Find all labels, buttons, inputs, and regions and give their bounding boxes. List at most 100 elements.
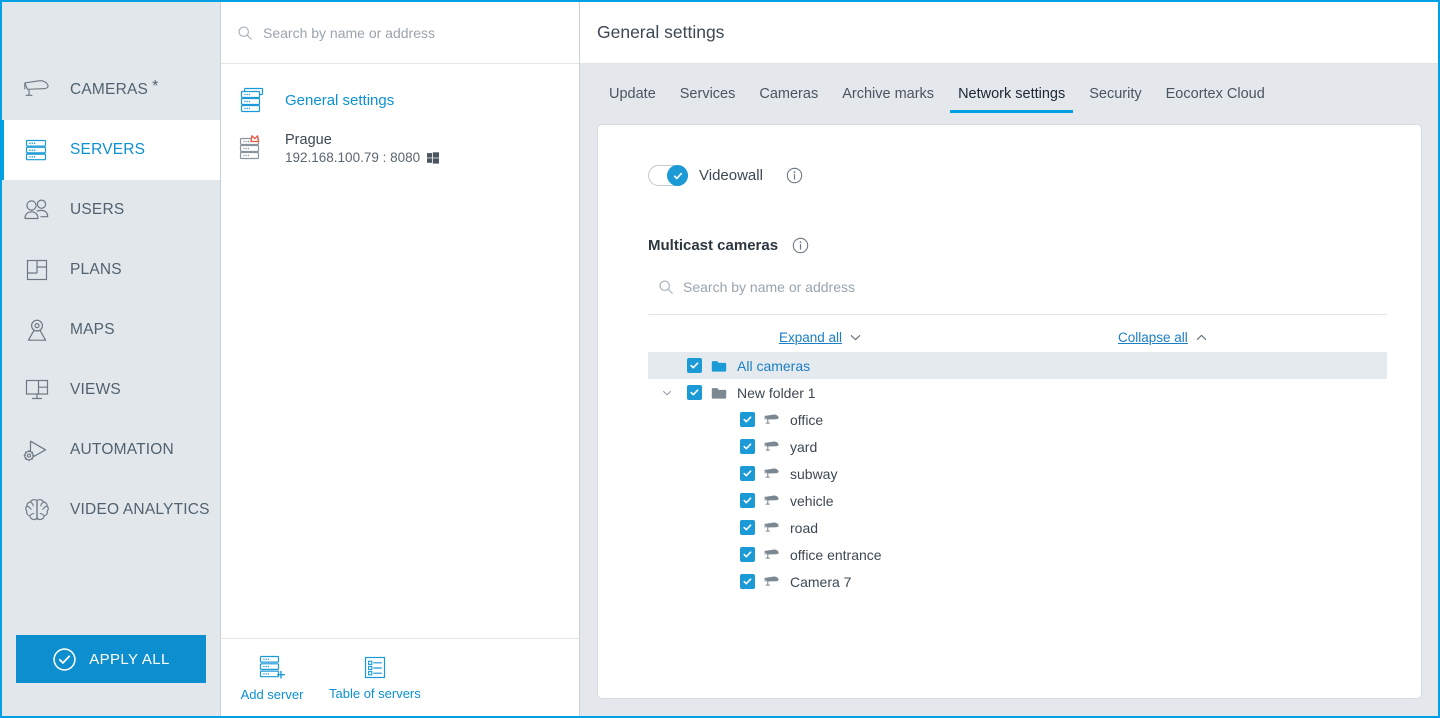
sidebar-item-label: AUTOMATION [70,441,174,458]
tab-update[interactable]: Update [597,74,668,114]
sidebar-item-users[interactable]: USERS [2,180,220,240]
tab-network-settings[interactable]: Network settings [946,74,1077,114]
windows-icon [427,151,440,164]
tree-node-label: office [790,411,824,428]
tree-node-label: yard [790,438,818,455]
camera-icon [764,575,781,588]
plans-icon [20,255,54,285]
info-icon[interactable] [792,237,809,254]
sidebar-item-video-analytics[interactable]: VIDEO ANALYTICS [2,480,220,540]
videowall-label: Videowall [699,167,763,184]
add-server-button[interactable]: Add server [237,654,307,702]
chevron-down-small-icon [661,387,673,399]
videowall-toggle[interactable] [648,165,688,186]
tree-node-road[interactable]: road [648,514,1387,541]
folder-icon [711,386,728,400]
camera-icon [764,467,781,480]
info-icon[interactable] [786,167,803,184]
table-of-servers-button[interactable]: Table of servers [329,654,421,701]
tree-node-checkbox[interactable] [740,520,755,535]
tree-node-checkbox[interactable] [740,412,755,427]
map-pin-icon [23,317,51,344]
camera-icon-gray [764,521,781,534]
add-server-icon [257,654,287,683]
sidebar-item-label: VIDEO ANALYTICS [70,501,210,518]
tab-label: Services [679,86,736,102]
servers-list-body: General settings Prague 192.168.100.79:… [221,64,579,638]
tree-node-new-folder-1[interactable]: New folder 1 [648,379,1387,406]
sidebar-item-views[interactable]: VIEWS [2,360,220,420]
tree-node-camera-7[interactable]: Camera 7 [648,568,1387,595]
main-sidebar: CAMERAS * SERVERS USERS PLANS MAPS VIEWS AUTOMA… [0,2,221,716]
sidebar-item-label: USERS [70,201,125,218]
tree-node-checkbox[interactable] [687,385,702,400]
sidebar-item-automation[interactable]: AUTOMATION [2,420,220,480]
sidebar-item-servers[interactable]: SERVERS [0,120,220,180]
list-item-general-settings[interactable]: General settings [221,78,579,122]
search-icon [237,25,253,41]
tree-node-checkbox[interactable] [687,358,702,373]
main-header: General settings [580,2,1438,64]
tree-node-yard[interactable]: yard [648,433,1387,460]
sidebar-item-label: PLANS [70,261,122,278]
servers-search-field[interactable]: Search by name or address [221,2,579,64]
camera-icon [22,77,52,103]
main-content: General settings Update Services Cameras Ar… [580,2,1438,716]
apply-all-label: APPLY ALL [89,650,170,668]
tree-node-office-entrance[interactable]: office entrance [648,541,1387,568]
table-of-servers-icon [362,654,388,682]
tree-node-checkbox[interactable] [740,466,755,481]
expand-all-button[interactable]: Expand all [779,330,862,345]
views-grid-icon [22,377,52,403]
chevron-down-icon [849,331,862,344]
tree-node-checkbox[interactable] [740,493,755,508]
tree-expand-toggle[interactable] [656,387,678,399]
map-pin-icon [20,315,54,345]
tree-node-subway[interactable]: subway [648,460,1387,487]
tree-node-checkbox[interactable] [740,547,755,562]
tree-node-checkbox[interactable] [740,574,755,589]
camera-icon-gray [764,575,781,588]
multicast-title: Multicast cameras [648,237,779,254]
list-item-server-prague[interactable]: Prague 192.168.100.79 : 8080 [221,122,579,172]
server-icon [20,135,54,165]
toolbar-button-label: Table of servers [329,686,421,701]
apply-all-button[interactable]: APPLY ALL [16,635,206,683]
camera-icon-gray [764,467,781,480]
sidebar-item-cameras[interactable]: CAMERAS * [2,60,220,120]
camera-icon [764,548,781,561]
tree-node-vehicle[interactable]: vehicle [648,487,1387,514]
tree-node-label: All cameras [737,357,811,374]
videowall-row: Videowall [648,165,1387,186]
tree-node-checkbox[interactable] [740,439,755,454]
folder-icon-gray [711,386,727,400]
server-address: 192.168.100.79 : 8080 [285,150,421,165]
tree-toolbar: Expand all Collapse all [648,314,1387,350]
camera-icon [764,521,781,534]
camera-icon-gray [764,548,781,561]
tree-node-office[interactable]: office [648,406,1387,433]
folder-icon [711,359,728,373]
tab-archive-marks[interactable]: Archive marks [830,74,946,114]
check-circle-icon [52,647,77,672]
collapse-all-button[interactable]: Collapse all [1118,330,1208,345]
search-icon [658,279,674,295]
tab-services[interactable]: Services [668,74,748,114]
tree-node-label: vehicle [790,492,834,509]
chevron-up-icon [1195,331,1208,344]
multicast-search-field[interactable]: Search by name or address [658,279,1387,295]
sidebar-nav-list: CAMERAS * SERVERS USERS PLANS MAPS VIEWS AUTOMA… [0,2,220,635]
sidebar-item-plans[interactable]: PLANS [2,240,220,300]
multicast-header: Multicast cameras [648,237,1387,254]
sidebar-item-label: SERVERS [70,141,146,158]
tab-eocortex-cloud[interactable]: Eocortex Cloud [1154,74,1277,114]
tab-cameras[interactable]: Cameras [747,74,830,114]
tree-node-all-cameras[interactable]: All cameras [648,352,1387,379]
tab-security[interactable]: Security [1077,74,1153,114]
sidebar-item-label: VIEWS [70,381,121,398]
collapse-all-label: Collapse all [1118,329,1188,345]
tab-label: Cameras [759,86,819,102]
settings-tabs: Update Services Cameras Archive marks Networ… [580,64,1438,124]
sidebar-item-maps[interactable]: MAPS [2,300,220,360]
sidebar-item-label: MAPS [70,321,115,338]
